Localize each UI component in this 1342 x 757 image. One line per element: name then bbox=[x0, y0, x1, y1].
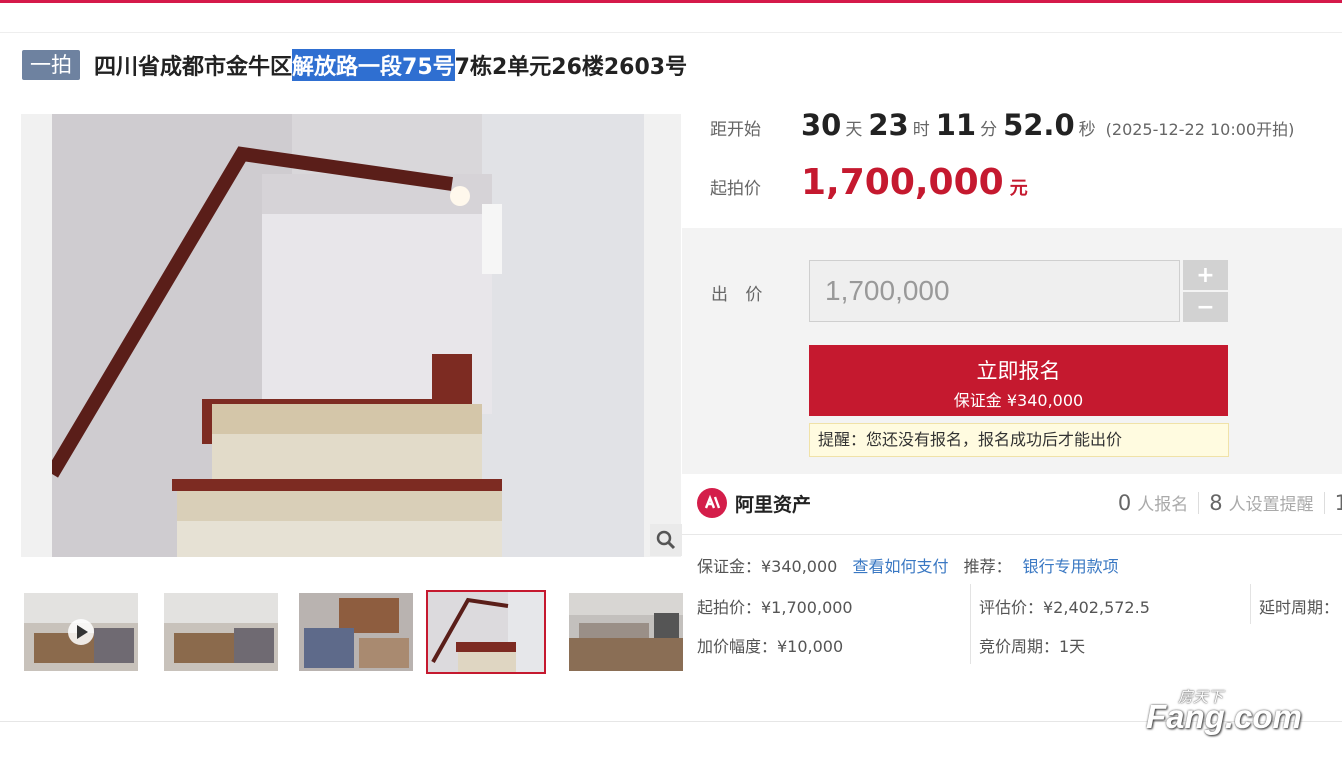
increase-bid-button[interactable]: + bbox=[1183, 260, 1228, 290]
auction-start-time: (2025-12-22 10:00开拍) bbox=[1105, 120, 1295, 139]
delay-cycle: 延时周期： bbox=[1259, 598, 1340, 617]
appraisal-price: 评估价：¥2,402,572.5 bbox=[979, 598, 1150, 617]
listing-title: 四川省成都市金牛区 解放路一段75号 7栋2单元26楼2603号 bbox=[94, 49, 687, 81]
platform-row: 阿里资产 0 人报名 8 人设置提醒 1 bbox=[697, 486, 1342, 526]
countdown-days-unit: 天 bbox=[845, 120, 863, 140]
recommend-label: 推荐： bbox=[963, 557, 1012, 576]
bedroom-thumbnail bbox=[299, 593, 413, 671]
payment-help-link[interactable]: 查看如何支付 bbox=[852, 557, 948, 576]
listing-title-row: 一拍 四川省成都市金牛区 解放路一段75号 7栋2单元26楼2603号 bbox=[22, 49, 687, 81]
countdown-days: 30 bbox=[801, 108, 842, 142]
title-highlighted-text[interactable]: 解放路一段75号 bbox=[292, 49, 455, 81]
bid-stepper: + − bbox=[1183, 260, 1228, 322]
reminder-count-label: 人设置提醒 bbox=[1228, 495, 1314, 515]
ali-assets-logo-icon bbox=[697, 488, 727, 518]
title-suffix: 7栋2单元26楼2603号 bbox=[454, 55, 688, 80]
countdown-seconds-unit: 秒 bbox=[1078, 120, 1096, 140]
signup-button[interactable]: 立即报名 保证金 ¥340,000 bbox=[809, 345, 1228, 416]
header-divider bbox=[0, 32, 1342, 33]
countdown-label: 距开始 bbox=[710, 120, 761, 140]
watermark-brand: Fang.com bbox=[1146, 698, 1302, 735]
countdown-hours-unit: 时 bbox=[912, 120, 930, 140]
signup-button-label: 立即报名 bbox=[976, 359, 1061, 383]
thumbnail-5[interactable] bbox=[569, 593, 683, 671]
platform-name[interactable]: 阿里资产 bbox=[735, 490, 811, 517]
bidding-cycle: 竞价周期：1天 bbox=[979, 637, 1086, 656]
deposit-info: 保证金：¥340,000 查看如何支付 推荐： 银行专用款项 bbox=[697, 553, 1119, 577]
zoom-icon[interactable] bbox=[650, 524, 682, 556]
stairwell-thumbnail bbox=[428, 592, 544, 672]
stat-divider bbox=[1323, 491, 1325, 514]
participation-stats: 0 人报名 8 人设置提醒 1 bbox=[1118, 490, 1342, 515]
bank-account-link[interactable]: 银行专用款项 bbox=[1023, 557, 1119, 576]
thumbnail-4-selected[interactable] bbox=[426, 590, 546, 674]
countdown: 距开始 30 天 23 时 11 分 52.0 秒 (2025-12-22 10… bbox=[710, 108, 1294, 148]
deposit-text: 保证金：¥340,000 bbox=[697, 557, 838, 576]
detail-column-divider bbox=[970, 584, 971, 664]
kitchen-thumbnail bbox=[569, 593, 683, 671]
start-price-row: 起拍价 1,700,000 元 bbox=[710, 162, 1028, 203]
thumbnail-strip bbox=[24, 590, 684, 675]
thumbnail-video[interactable] bbox=[24, 593, 138, 671]
countdown-hours: 23 bbox=[868, 108, 909, 142]
bid-label: 出 价 bbox=[711, 285, 769, 305]
title-prefix: 四川省成都市金牛区 bbox=[94, 55, 293, 80]
start-price-value: 1,700,000 bbox=[801, 162, 1004, 203]
signup-count-label: 人报名 bbox=[1137, 495, 1189, 515]
footer-divider bbox=[0, 721, 1342, 722]
extra-count: 1 bbox=[1334, 491, 1342, 515]
decrease-bid-button[interactable]: − bbox=[1183, 292, 1228, 322]
stat-divider bbox=[1198, 491, 1200, 514]
thumbnail-2[interactable] bbox=[164, 593, 278, 671]
bid-panel: 出 价 1,700,000 + − 立即报名 保证金 ¥340,000 提醒：您… bbox=[682, 228, 1342, 474]
signup-reminder: 提醒：您还没有报名，报名成功后才能出价 bbox=[809, 423, 1229, 457]
countdown-seconds: 52.0 bbox=[1003, 108, 1075, 142]
bid-increment: 加价幅度：¥10,000 bbox=[697, 637, 844, 656]
signup-count: 0 bbox=[1117, 491, 1132, 515]
main-photo[interactable] bbox=[21, 114, 681, 557]
platform-divider bbox=[682, 534, 1342, 535]
start-price-label: 起拍价 bbox=[710, 179, 761, 199]
reminder-count: 8 bbox=[1209, 491, 1223, 515]
start-price-unit: 元 bbox=[1009, 178, 1028, 199]
bid-amount-input[interactable]: 1,700,000 bbox=[809, 260, 1180, 322]
thumbnail-3[interactable] bbox=[299, 593, 413, 671]
auction-round-tag: 一拍 bbox=[22, 50, 80, 80]
detail-column-divider bbox=[1250, 584, 1251, 624]
living-room-thumbnail bbox=[164, 593, 278, 671]
detail-start-price: 起拍价：¥1,700,000 bbox=[697, 598, 853, 617]
living-room-thumbnail bbox=[24, 593, 138, 671]
countdown-minutes: 11 bbox=[935, 108, 977, 142]
signup-deposit: 保证金 ¥340,000 bbox=[953, 391, 1084, 410]
countdown-minutes-unit: 分 bbox=[980, 120, 998, 140]
stairwell-photo bbox=[52, 114, 644, 557]
top-accent-bar bbox=[0, 0, 1342, 3]
